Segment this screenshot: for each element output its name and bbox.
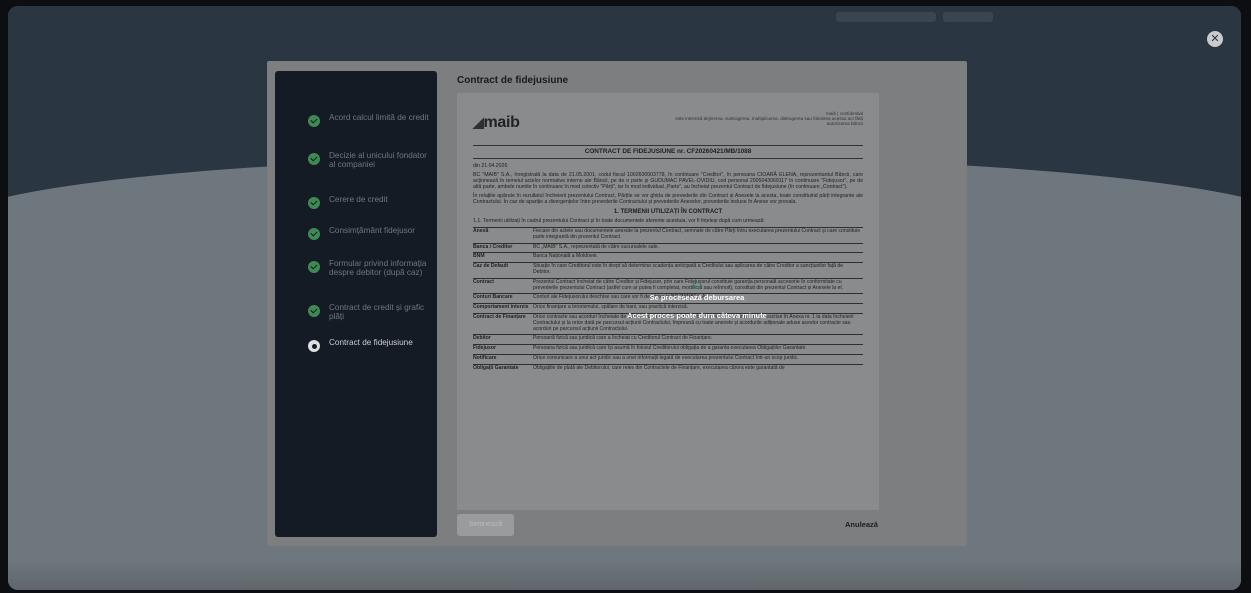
stepper-item-label: Cerere de credit bbox=[329, 195, 388, 204]
term-name: Banca / Creditor bbox=[473, 242, 533, 253]
processing-overlay: Se procesează debursarea Acest proces po… bbox=[567, 281, 827, 320]
stepper-item-label: Formular privind informația despre debit… bbox=[329, 259, 427, 277]
document-intro-2: În relațiile apărute în rezultatul înche… bbox=[473, 193, 863, 205]
table-row: Anexă Fiecare din actele sau documentele … bbox=[473, 227, 863, 244]
signing-stepper: Acord calcul limită de credit Decizie al… bbox=[275, 71, 437, 537]
stepper-item-label: Contract de credit și grafic plăți bbox=[329, 303, 425, 321]
document-title: CONTRACT DE FIDEJUSIUNE nr. CF20260421/M… bbox=[473, 145, 863, 159]
sign-button[interactable]: Semnează bbox=[457, 514, 514, 536]
term-definition: Obligațiile de plată ale Debitorului, ca… bbox=[533, 363, 863, 374]
confidential-note: este interzisă dejinerea, sustragerea, m… bbox=[675, 116, 863, 126]
table-row: Notificare Orice comunicare a unui act ju… bbox=[473, 353, 863, 365]
close-icon[interactable]: ✕ bbox=[1207, 31, 1223, 47]
maib-logo-mark-icon: ◢ bbox=[473, 114, 484, 130]
document-intro: BC "MAIB" S.A., înregistrată la data de … bbox=[473, 172, 863, 190]
document-header: ◢maib maib | confidential este interzisă… bbox=[473, 103, 863, 137]
contract-modal: Acord calcul limită de credit Decizie al… bbox=[267, 61, 967, 546]
term-name: Conturi Bancare bbox=[473, 293, 533, 304]
term-name: Fidejusor bbox=[473, 344, 533, 355]
check-icon bbox=[308, 261, 320, 273]
stepper-item-label: Contract de fidejusiune bbox=[329, 338, 413, 347]
processing-title: Se procesează debursarea bbox=[649, 293, 745, 302]
stepper-item-label: Acord calcul limită de credit bbox=[329, 113, 429, 122]
maib-logo-text: maib bbox=[483, 114, 520, 131]
table-row: BNM Banca Națională a Moldovei. bbox=[473, 252, 863, 263]
stepper-item-label: Decizie al unicului fondator al companie… bbox=[329, 151, 427, 169]
term-name: Contract de Finanțare bbox=[473, 312, 533, 335]
term-definition: Banca Națională a Moldovei. bbox=[533, 252, 863, 263]
document-date: din 21.04.2026 bbox=[473, 163, 508, 169]
term-definition: Persoană fizică sau juridică care a înch… bbox=[533, 334, 863, 345]
term-name: BNM bbox=[473, 252, 533, 263]
background-topbar-element bbox=[943, 12, 993, 22]
processing-subtitle: Acest proces poate dura câteva minute bbox=[627, 311, 767, 320]
check-icon bbox=[308, 305, 320, 317]
current-step-icon bbox=[308, 340, 320, 352]
stepper-item-label: Consimțământ fidejusor bbox=[329, 226, 416, 235]
term-definition: Persoana fizică sau juridică care își as… bbox=[533, 344, 863, 355]
background-footer bbox=[8, 560, 1241, 590]
maib-logo: ◢maib bbox=[473, 115, 520, 131]
app-root: ✕ Acord calcul limită de credit Decizie … bbox=[0, 0, 1251, 593]
check-icon bbox=[308, 228, 320, 240]
term-definition: Situație în care Creditorul este în drep… bbox=[533, 262, 863, 279]
term-name: Comportament interzis bbox=[473, 303, 533, 314]
term-definition: Fiecare din actele sau documentele anexa… bbox=[533, 227, 863, 244]
term-definition: BC „MAIB” S.A., reprezentată de către su… bbox=[533, 242, 863, 253]
term-name: Notificare bbox=[473, 353, 533, 365]
table-row: Fidejusor Persoana fizică sau juridică ca… bbox=[473, 344, 863, 355]
term-name: Contract bbox=[473, 277, 533, 294]
page-title: Contract de fidejusiune bbox=[457, 75, 569, 86]
table-row: Debitor Persoană fizică sau juridică care… bbox=[473, 334, 863, 345]
section-heading: 1. TERMENII UTILIZAȚI ÎN CONTRACT bbox=[613, 209, 723, 215]
term-definition: Orice comunicare a unui act juridic sau … bbox=[533, 353, 863, 365]
term-name: Debitor bbox=[473, 334, 533, 345]
loading-spinner-icon bbox=[693, 281, 701, 289]
term-name: Obligații Garantate bbox=[473, 363, 533, 374]
confidential-notice: maib | confidential este interzisă dejin… bbox=[673, 111, 863, 126]
check-icon bbox=[308, 197, 320, 209]
table-row: Banca / Creditor BC „MAIB” S.A., reprezen… bbox=[473, 242, 863, 253]
table-row: Caz de Default Situație în care Creditoru… bbox=[473, 262, 863, 279]
cancel-button[interactable]: Anulează bbox=[845, 520, 878, 529]
section-intro: 1.1. Termenii utilizați în cadrul prezen… bbox=[473, 218, 765, 224]
check-icon bbox=[308, 153, 320, 165]
check-icon bbox=[308, 115, 320, 127]
background-topbar-element bbox=[836, 12, 936, 22]
term-name: Anexă bbox=[473, 227, 533, 244]
table-row: Obligații Garantate Obligațiile de plată … bbox=[473, 363, 863, 374]
term-name: Caz de Default bbox=[473, 262, 533, 279]
